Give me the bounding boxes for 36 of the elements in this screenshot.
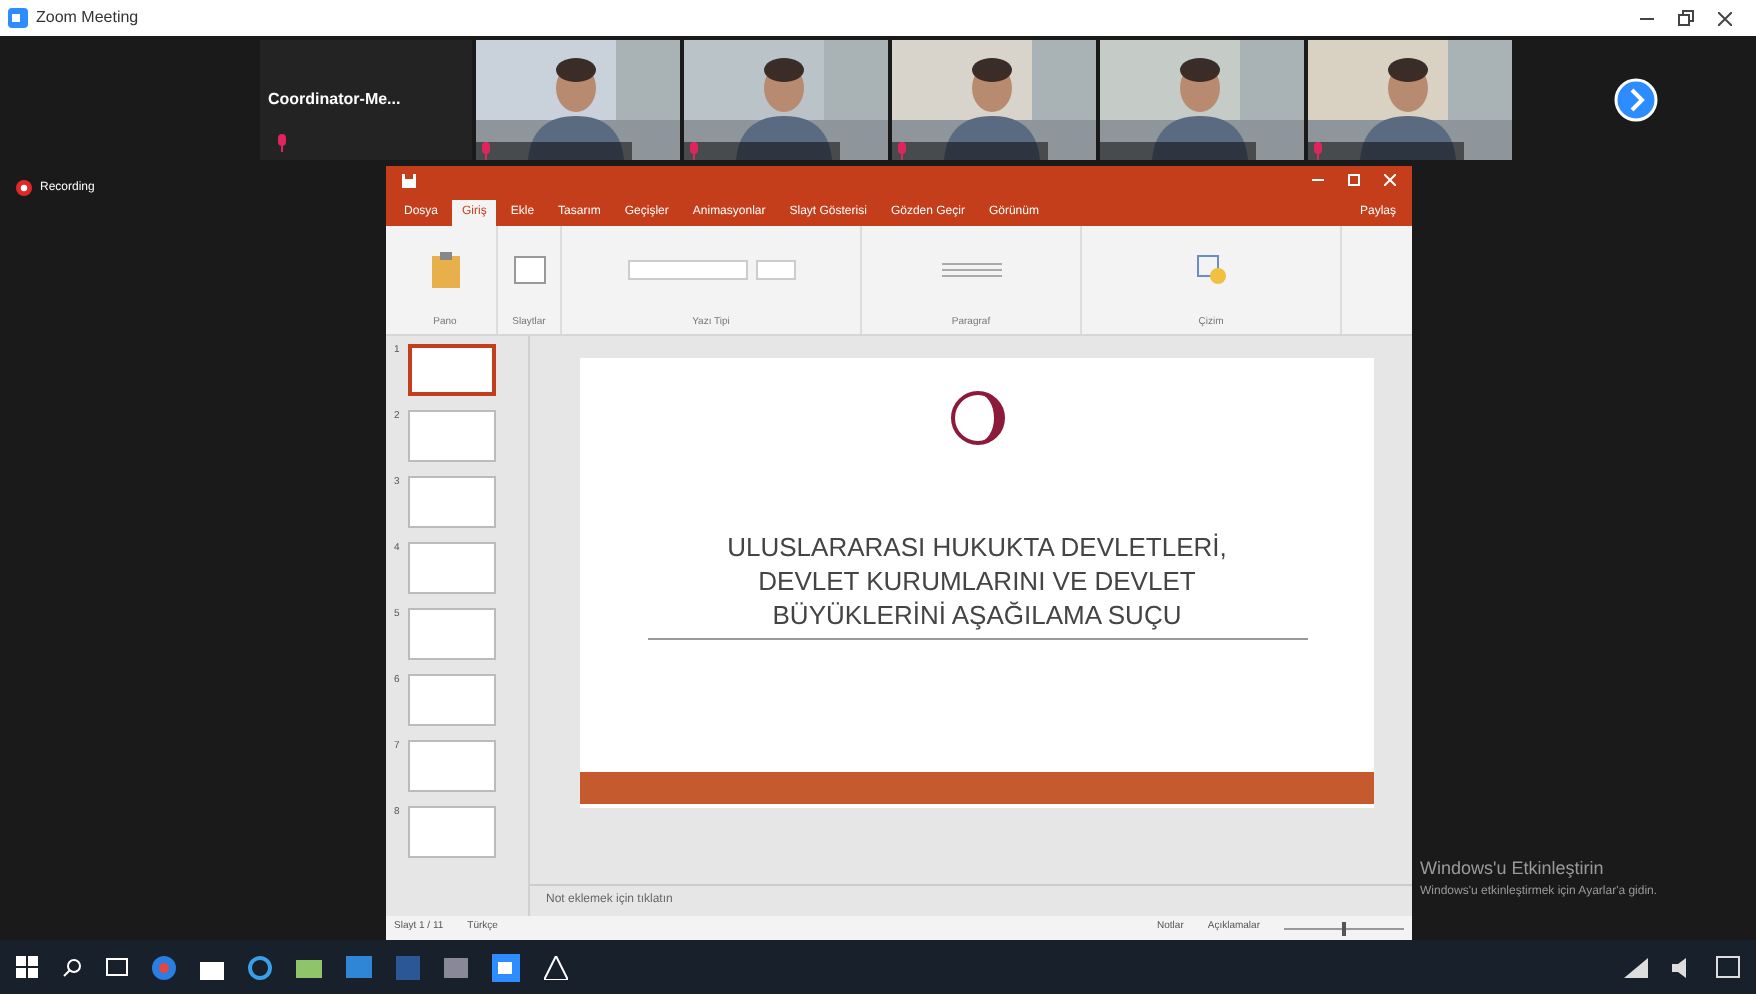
university-logo-icon (949, 390, 1005, 446)
new-slide-icon[interactable] (513, 256, 545, 285)
slide-thumbnail[interactable] (408, 608, 496, 660)
shapes-icon[interactable] (1195, 254, 1227, 287)
recording-icon (16, 180, 32, 196)
browser-icon[interactable] (152, 955, 176, 979)
participant-name: Coordinator-Me... (266, 88, 401, 112)
font-field[interactable] (627, 260, 747, 281)
slide-title: DEVLET KURUMLARINI VE DEVLET (758, 564, 1196, 598)
restore-icon[interactable] (1678, 10, 1694, 26)
close-icon[interactable] (1718, 11, 1732, 25)
notification-icon[interactable] (1716, 955, 1740, 979)
slide-thumbnail[interactable] (408, 344, 496, 396)
zoom-logo-icon (8, 8, 28, 28)
minimize-icon[interactable] (1312, 174, 1324, 186)
slide-thumbnail[interactable] (408, 806, 496, 858)
slide-thumbnail[interactable] (408, 542, 496, 594)
start-icon[interactable] (16, 956, 38, 978)
slide-title: BÜYÜKLERİNİ AŞAĞILAMA SUÇU (772, 598, 1182, 632)
activation-title: Windows'u Etkinleştirin (1420, 856, 1606, 882)
task-view-icon[interactable] (106, 958, 128, 976)
window-title: Zoom Meeting (36, 6, 139, 30)
slide-thumbnail[interactable] (408, 476, 496, 528)
next-page-icon[interactable] (1614, 78, 1658, 122)
network-icon[interactable] (1624, 957, 1648, 977)
slide-thumbnail[interactable] (408, 674, 496, 726)
volume-icon[interactable] (1672, 957, 1692, 977)
maximize-icon[interactable] (1348, 174, 1360, 186)
zoom-app-icon[interactable] (492, 953, 520, 981)
search-icon[interactable] (62, 957, 82, 977)
slide-title: ULUSLARARASI HUKUKTA DEVLETLERİ, (727, 530, 1227, 564)
save-icon[interactable] (402, 173, 416, 187)
clipboard-icon[interactable] (429, 252, 461, 289)
slide-thumbnail[interactable] (408, 740, 496, 792)
font-size-field[interactable] (755, 260, 795, 281)
slide-thumbnail[interactable] (408, 410, 496, 462)
